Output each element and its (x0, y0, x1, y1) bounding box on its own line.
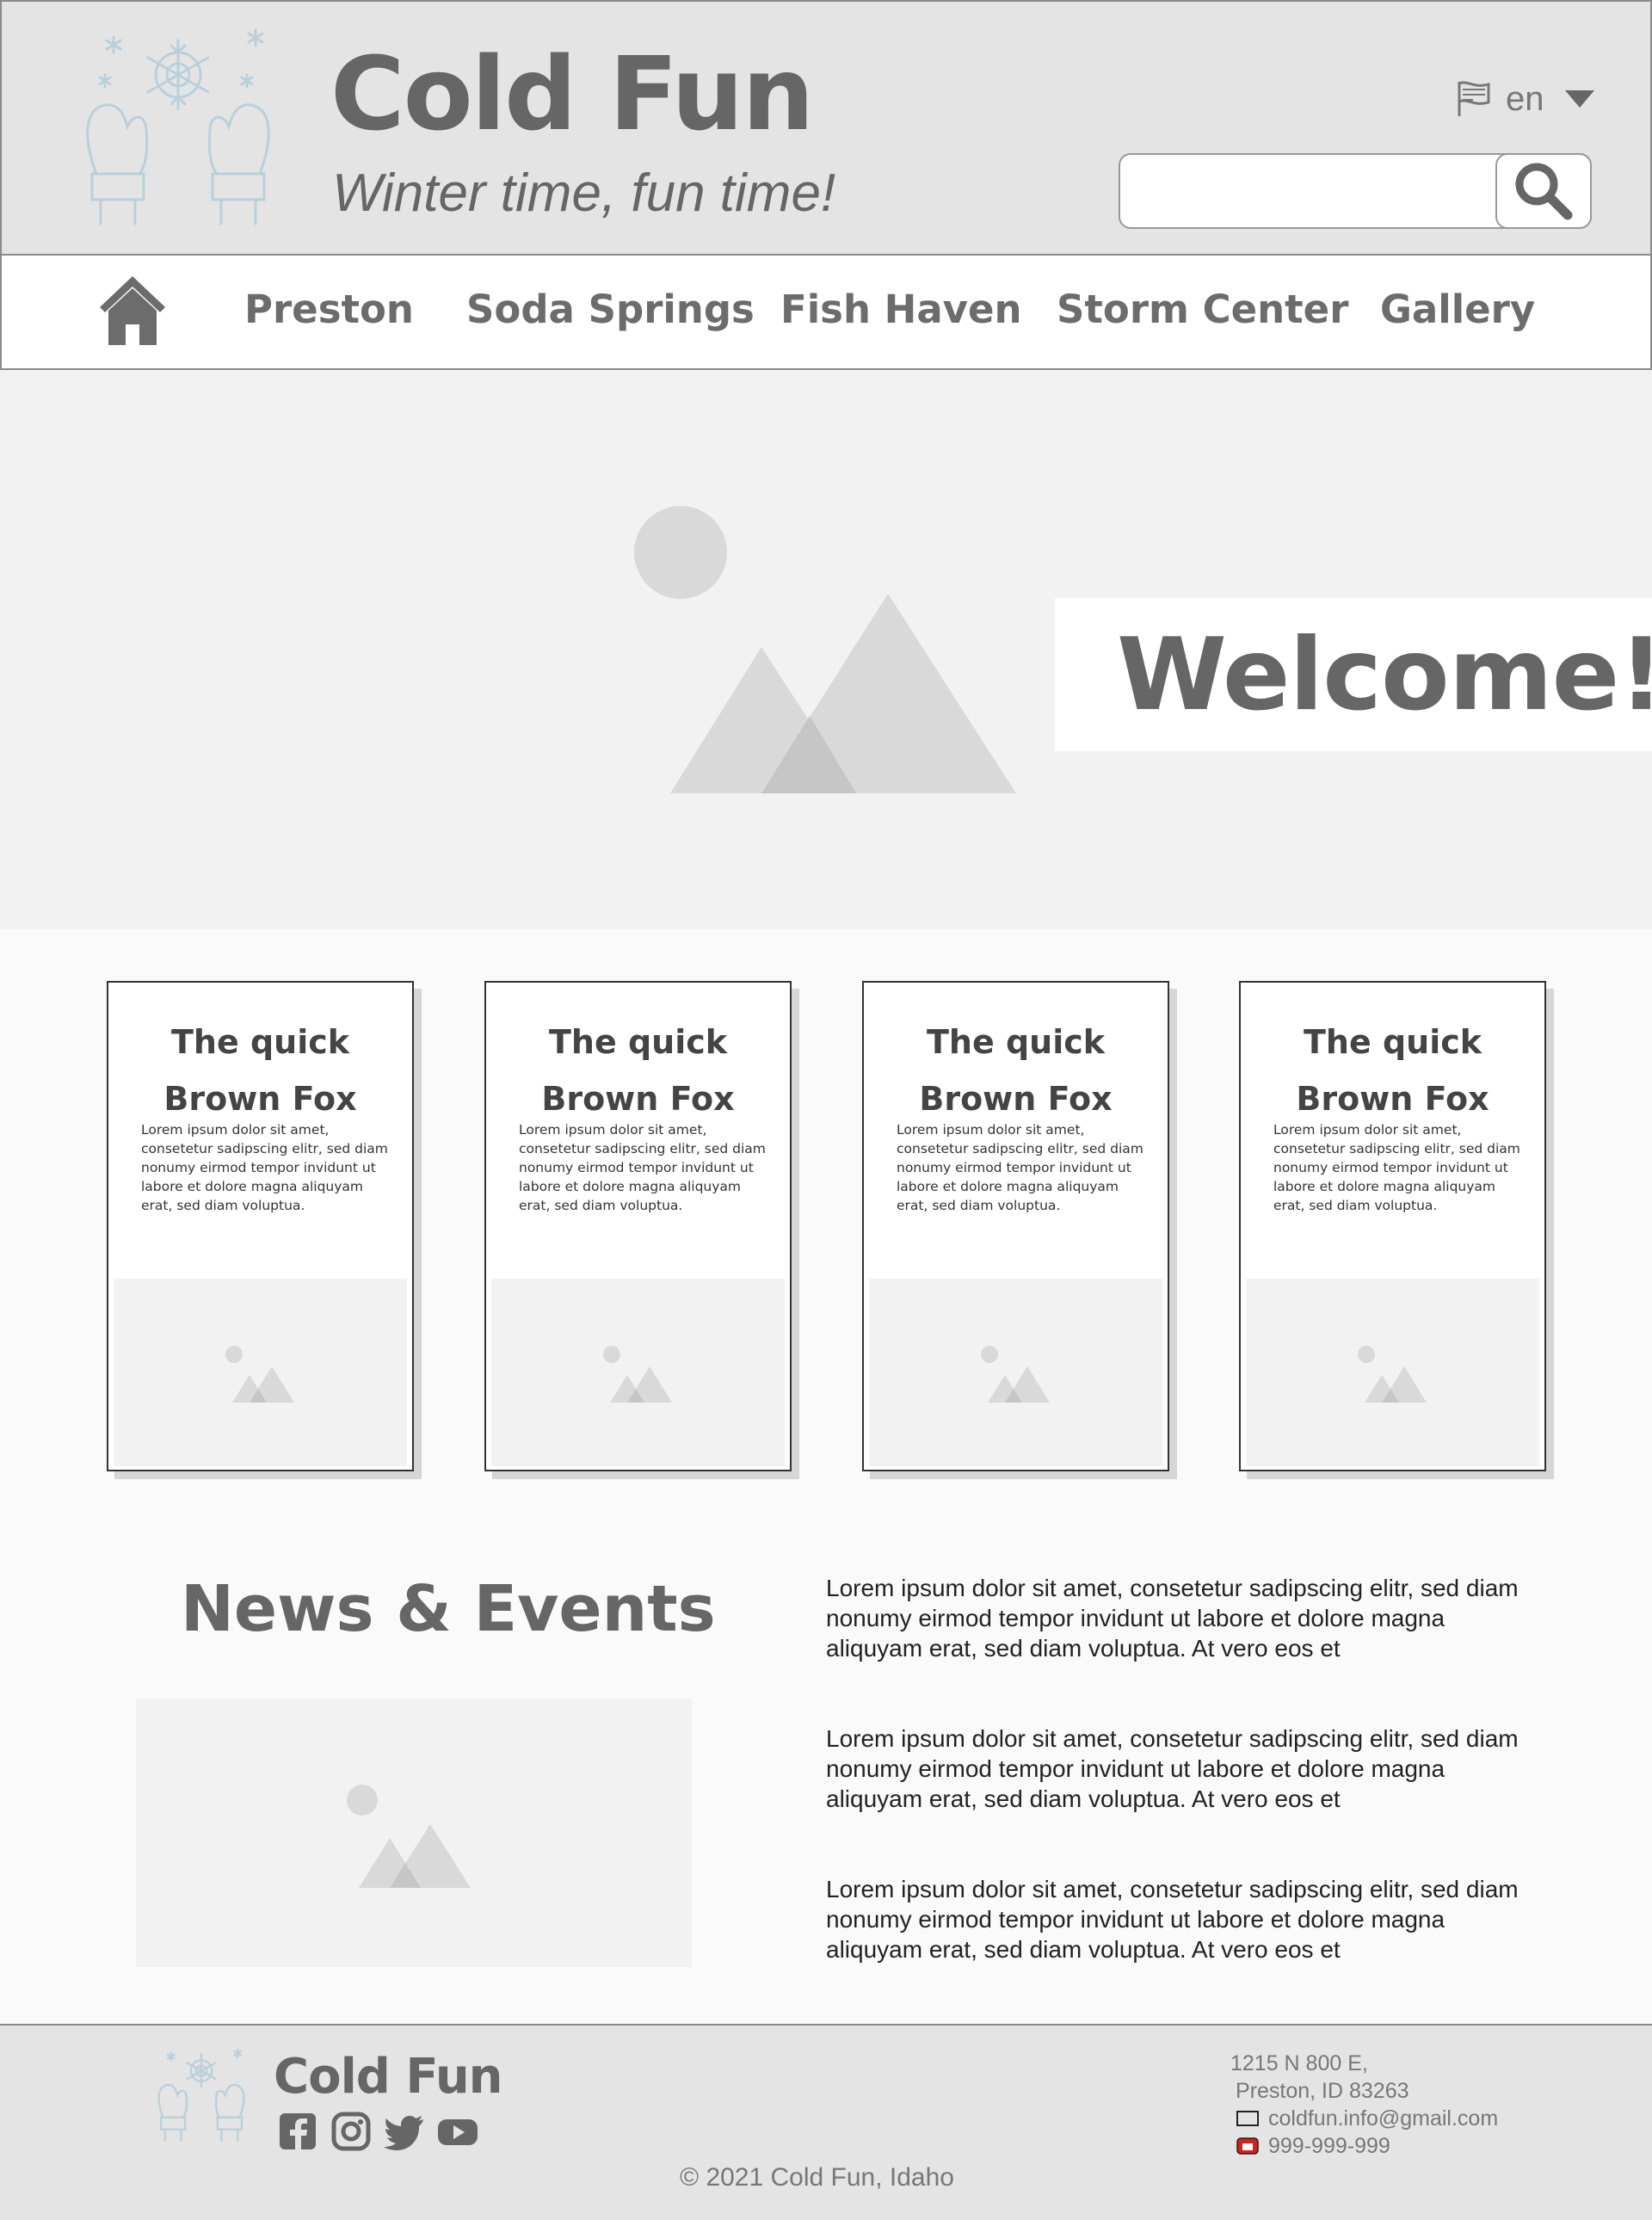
image-placeholder-icon (981, 1346, 1050, 1403)
search-bar (1119, 153, 1592, 229)
search-input[interactable] (1129, 162, 1490, 220)
card-title: The quick Brown Fox (1296, 1023, 1489, 1118)
site-title[interactable]: Cold Fun (330, 43, 814, 145)
card-text: Lorem ipsum dolor sit amet, consetetur s… (141, 1122, 388, 1213)
language-selector[interactable]: en (1456, 77, 1594, 120)
card-title: The quick Brown Fox (541, 1023, 735, 1118)
welcome-box: Welcome! (1055, 598, 1652, 751)
instagram-icon[interactable] (330, 2112, 372, 2151)
contact-info: 1215 N 800 E, Preston, ID 83263 coldfun.… (1230, 2050, 1498, 2160)
news-heading: News & Events (181, 1572, 716, 1646)
image-placeholder-icon (1358, 1346, 1427, 1403)
news-image (136, 1699, 692, 1967)
news-paragraph: Lorem ipsum dolor sit amet, consetetur s… (826, 1725, 1519, 1812)
card[interactable]: The quick Brown Fox Lorem ipsum dolor sit… (862, 981, 1169, 1471)
site-header: Cold Fun Winter time, fun time! en (0, 0, 1652, 254)
nav-item-preston[interactable]: Preston (244, 287, 414, 333)
card-text: Lorem ipsum dolor sit amet, consetetur s… (897, 1122, 1143, 1213)
email-row[interactable]: coldfun.info@gmail.com (1236, 2105, 1498, 2132)
nav-item-gallery[interactable]: Gallery (1380, 287, 1535, 333)
image-placeholder-icon (347, 1785, 471, 1888)
card-text: Lorem ipsum dolor sit amet, consetetur s… (1273, 1122, 1520, 1213)
main-nav: Preston Soda Springs Fish Haven Storm Ce… (0, 254, 1652, 370)
copyright: © 2021 Cold Fun, Idaho (680, 2163, 954, 2192)
home-icon[interactable] (98, 274, 167, 347)
card-title: The quick Brown Fox (163, 1023, 357, 1118)
mittens-snowflake-logo (157, 2049, 245, 2143)
mail-icon (1236, 2111, 1259, 2126)
card-image (491, 1279, 785, 1466)
card-text: Lorem ipsum dolor sit amet, consetetur s… (519, 1122, 766, 1213)
site-footer: Cold Fun 1215 N 800 E, Preston, ID 83263… (0, 2024, 1652, 2220)
nav-item-soda-springs[interactable]: Soda Springs (466, 287, 755, 333)
news-paragraph: Lorem ipsum dolor sit amet, consetetur s… (826, 1575, 1519, 1662)
welcome-heading: Welcome! (1117, 617, 1652, 733)
card[interactable]: The quick Brown Fox Lorem ipsum dolor sit… (107, 981, 414, 1471)
language-code: en (1506, 79, 1544, 118)
image-placeholder-icon (225, 1346, 294, 1403)
image-placeholder-icon (603, 1346, 672, 1403)
nav-item-fish-haven[interactable]: Fish Haven (780, 287, 1022, 333)
twitter-icon[interactable] (384, 2112, 425, 2151)
hero-banner: Welcome! (0, 370, 1652, 929)
address-line: 1215 N 800 E, (1230, 2051, 1368, 2075)
nav-item-storm-center[interactable]: Storm Center (1057, 287, 1348, 333)
card[interactable]: The quick Brown Fox Lorem ipsum dolor sit… (1239, 981, 1546, 1471)
mittens-snowflake-logo[interactable] (79, 28, 277, 230)
card-image (869, 1279, 1162, 1466)
chevron-down-icon[interactable] (1564, 90, 1594, 108)
search-icon (1515, 163, 1573, 220)
card[interactable]: The quick Brown Fox Lorem ipsum dolor sit… (484, 981, 792, 1471)
card-title: The quick Brown Fox (919, 1023, 1113, 1118)
phone-icon (1236, 2137, 1259, 2155)
image-placeholder-icon (634, 506, 1016, 793)
footer-site-name: Cold Fun (274, 2049, 503, 2105)
site-tagline: Winter time, fun time! (332, 163, 836, 223)
social-links (277, 2112, 478, 2151)
phone-row[interactable]: 999-999-999 (1236, 2132, 1498, 2160)
flag-icon (1458, 81, 1490, 116)
youtube-icon[interactable] (437, 2112, 478, 2151)
facebook-icon[interactable] (277, 2112, 318, 2151)
search-button[interactable] (1495, 153, 1592, 229)
email-text[interactable]: coldfun.info@gmail.com (1268, 2105, 1498, 2132)
address-line: Preston, ID 83263 (1236, 2079, 1409, 2103)
phone-text[interactable]: 999-999-999 (1268, 2132, 1390, 2160)
card-image (114, 1279, 407, 1466)
card-image (1246, 1279, 1539, 1466)
news-paragraph: Lorem ipsum dolor sit amet, consetetur s… (826, 1876, 1519, 1963)
